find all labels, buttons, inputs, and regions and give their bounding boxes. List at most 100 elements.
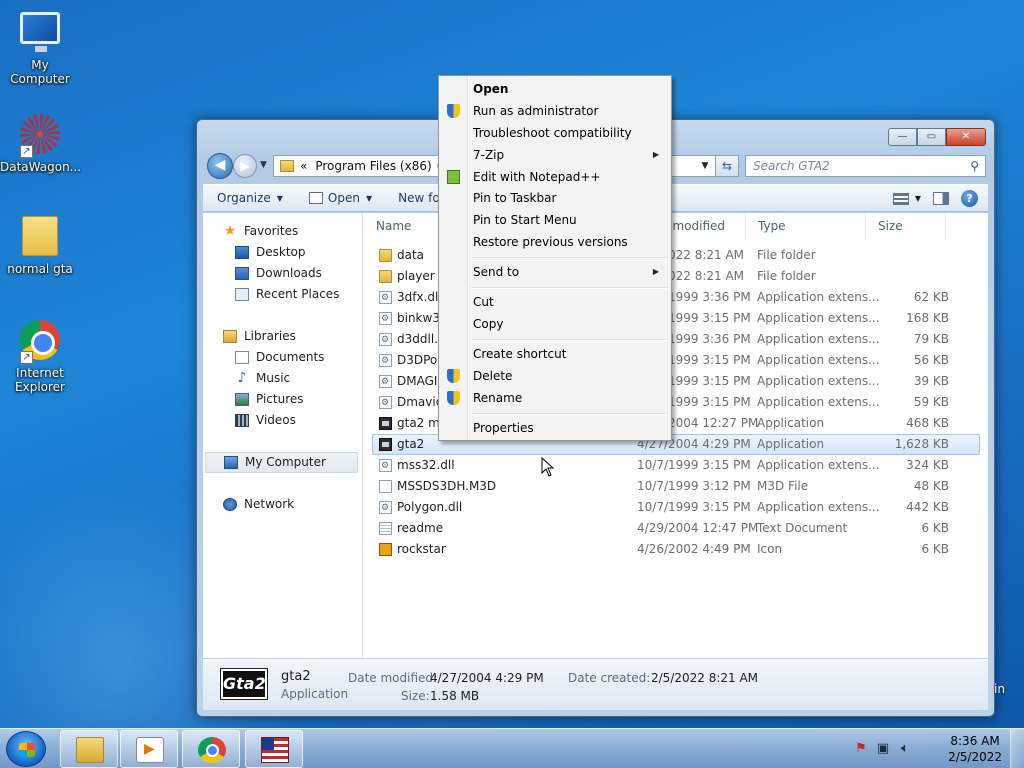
maximize-button[interactable]: ▭ xyxy=(917,128,946,146)
file-size: 48 KB xyxy=(913,479,949,493)
column-header-type[interactable]: Type xyxy=(746,213,866,239)
nav-downloads[interactable]: Downloads xyxy=(203,263,362,284)
file-name: mss32.dll xyxy=(397,458,455,472)
desktop-icon-internet-explorer[interactable]: ↗ Internet Explorer xyxy=(0,318,80,394)
menu-label: Pin to Start Menu xyxy=(473,213,577,227)
menu-item-create-shortcut[interactable]: Create shortcut xyxy=(441,343,669,365)
minimize-button[interactable]: — xyxy=(888,128,917,146)
menu-item-send-to[interactable]: Send to ▶ xyxy=(441,261,669,283)
menu-label: Create shortcut xyxy=(473,347,567,361)
nav-videos[interactable]: Videos xyxy=(203,410,362,431)
address-prefix[interactable]: « xyxy=(300,159,307,173)
refresh-button[interactable]: ⇆ xyxy=(715,155,739,177)
menu-item-open[interactable]: Open xyxy=(441,78,669,100)
nav-label: Pictures xyxy=(256,392,304,406)
forward-button[interactable]: ▶ xyxy=(233,154,257,178)
taskbar-explorer-button[interactable] xyxy=(60,730,118,768)
show-desktop-button[interactable] xyxy=(1010,729,1024,768)
chevron-down-icon[interactable]: ▼ xyxy=(915,194,921,203)
desktop-icon-datawagon[interactable]: ↗ DataWagon... xyxy=(0,112,82,174)
shortcut-arrow-icon: ↗ xyxy=(20,351,33,364)
volume-icon[interactable]: 🔈︎ xyxy=(898,742,912,756)
file-name: player xyxy=(397,269,435,283)
application-icon xyxy=(379,417,392,430)
menu-item-delete[interactable]: Delete xyxy=(441,365,669,387)
search-placeholder: Search GTA2 xyxy=(753,159,830,173)
desktop-icon-label: DataWagon... xyxy=(0,160,82,174)
help-icon[interactable]: ? xyxy=(961,190,978,207)
menu-item-restore-previous-versions[interactable]: Restore previous versions xyxy=(441,231,669,253)
nav-label: Libraries xyxy=(244,329,296,343)
menu-item-pin-to-taskbar[interactable]: Pin to Taskbar xyxy=(441,187,669,209)
search-input[interactable]: Search GTA2 ⚲ xyxy=(745,155,986,177)
menu-item-rename[interactable]: Rename xyxy=(441,387,669,409)
nav-desktop[interactable]: Desktop xyxy=(203,242,362,263)
file-type: File folder xyxy=(757,248,816,262)
context-menu: Open Run as administrator Troubleshoot c… xyxy=(438,75,672,441)
action-center-flag-icon[interactable]: ⚑ xyxy=(854,742,868,756)
start-button[interactable] xyxy=(6,731,46,767)
nav-favorites[interactable]: ★ Favorites xyxy=(203,221,362,242)
nav-pictures[interactable]: Pictures xyxy=(203,389,362,410)
nav-label: Downloads xyxy=(256,266,322,280)
desktop-icon-normal-gta[interactable]: normal gta xyxy=(0,214,80,276)
nav-recent-places[interactable]: Recent Places xyxy=(203,284,362,305)
change-view-icon[interactable] xyxy=(892,192,909,205)
desktop-icon-my-computer[interactable]: My Computer xyxy=(0,8,80,86)
nav-network[interactable]: Network xyxy=(203,494,362,515)
folder-icon xyxy=(280,160,294,172)
star-icon: ★ xyxy=(223,223,237,239)
mouse-cursor-icon xyxy=(541,457,555,477)
clock[interactable]: 8:36 AM 2/5/2022 xyxy=(948,733,1002,765)
nav-documents[interactable]: Documents xyxy=(203,347,362,368)
open-button[interactable]: Open ▼ xyxy=(295,191,384,205)
menu-item-properties[interactable]: Properties xyxy=(441,417,669,439)
address-segment[interactable]: Program Files (x86) xyxy=(315,159,431,173)
file-type: Text Document xyxy=(757,521,848,535)
file-size: 39 KB xyxy=(913,374,949,388)
menu-item-7zip[interactable]: 7-Zip ▶ xyxy=(441,144,669,166)
file-row[interactable]: readme 4/29/2004 12:47 PM Text Document 6 K… xyxy=(364,518,988,539)
column-header-size[interactable]: Size xyxy=(866,213,946,239)
menu-item-troubleshoot-compatibility[interactable]: Troubleshoot compatibility xyxy=(441,122,669,144)
file-type: M3D File xyxy=(757,479,809,493)
notepad-plus-plus-icon xyxy=(447,170,460,184)
computer-icon xyxy=(224,456,238,469)
toolbar-right: ▼ ? xyxy=(892,190,978,207)
file-size: 468 KB xyxy=(906,416,949,430)
nav-libraries[interactable]: Libraries xyxy=(203,326,362,347)
file-row[interactable]: rockstar 4/26/2002 4:49 PM Icon 6 KB xyxy=(364,539,988,560)
preview-pane-icon[interactable] xyxy=(933,192,949,205)
file-size: 1,628 KB xyxy=(894,437,949,451)
menu-item-cut[interactable]: Cut xyxy=(441,291,669,313)
file-type: Icon xyxy=(757,542,783,556)
file-row[interactable]: MSSDS3DH.M3D 10/7/1999 3:12 PM M3D File 48 … xyxy=(364,476,988,497)
menu-label: Open xyxy=(473,82,509,96)
back-button[interactable]: ◀ xyxy=(207,153,233,179)
file-type: Application extens... xyxy=(757,395,880,409)
close-button[interactable]: ✕ xyxy=(946,128,986,146)
open-icon xyxy=(308,192,323,204)
nav-music[interactable]: ♪ Music xyxy=(203,368,362,389)
taskbar-app-button[interactable] xyxy=(245,730,303,768)
address-dropdown-icon[interactable]: ▼ xyxy=(695,155,715,177)
clock-date: 2/5/2022 xyxy=(948,750,1002,764)
menu-item-run-as-administrator[interactable]: Run as administrator xyxy=(441,100,669,122)
menu-item-edit-with-notepad[interactable]: Edit with Notepad++ xyxy=(441,166,669,188)
file-name: MSSDS3DH.M3D xyxy=(397,479,497,493)
organize-button[interactable]: Organize ▼ xyxy=(203,191,295,205)
details-file-name: gta2 xyxy=(281,669,311,684)
recent-pages-dropdown[interactable]: ▼ xyxy=(260,160,267,170)
taskbar-media-player-button[interactable] xyxy=(120,730,178,768)
file-size: 79 KB xyxy=(913,332,949,346)
file-row[interactable]: Polygon.dll 10/7/1999 3:15 PM Application … xyxy=(364,497,988,519)
dll-file-icon xyxy=(379,393,392,414)
menu-item-copy[interactable]: Copy xyxy=(441,313,669,335)
file-row[interactable]: mss32.dll 10/7/1999 3:15 PM Application ex… xyxy=(364,455,988,477)
taskbar-chrome-button[interactable] xyxy=(182,730,240,768)
file-name: 3dfx.dll xyxy=(397,290,442,304)
nav-my-computer[interactable]: My Computer xyxy=(205,452,358,473)
chevron-down-icon: ▼ xyxy=(365,193,373,203)
network-tray-icon[interactable]: ▣ xyxy=(876,742,890,756)
menu-item-pin-to-start-menu[interactable]: Pin to Start Menu xyxy=(441,209,669,231)
